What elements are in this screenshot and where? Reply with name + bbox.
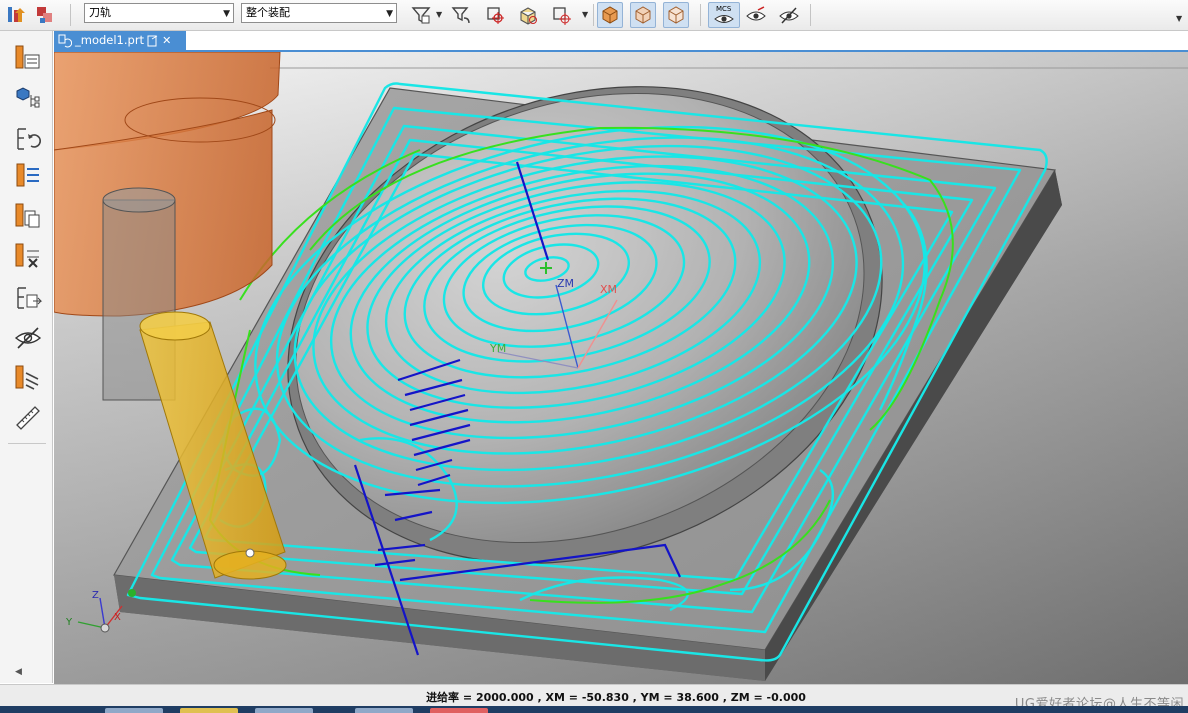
snap-point-icon[interactable] <box>482 2 508 28</box>
delete-toolpath-icon[interactable] <box>11 239 45 273</box>
triad-x-label: X <box>114 612 121 623</box>
group-icon[interactable] <box>32 2 58 28</box>
chevron-down-icon[interactable]: ▼ <box>582 10 588 19</box>
status-bar: 进给率 = 2000.000 , XM = -50.830 , YM = 38.… <box>0 684 1188 707</box>
selection-scope-select[interactable]: 整个装配 ▼ <box>241 3 397 23</box>
toolbar-overflow-icon[interactable]: ▼ <box>1176 14 1182 23</box>
modified-icon <box>147 35 158 46</box>
status-readout: 进给率 = 2000.000 , XM = -50.830 , YM = 38.… <box>426 691 806 704</box>
measure-icon[interactable] <box>11 401 45 435</box>
select-body-icon[interactable] <box>515 2 541 28</box>
part-file-icon <box>58 34 72 47</box>
graphics-window[interactable]: ZM XM YM Z Y X <box>54 52 1188 684</box>
xm-label: XM <box>600 283 617 296</box>
view-shaded-icon[interactable] <box>597 2 623 28</box>
create-program-icon[interactable] <box>11 41 45 75</box>
chevron-down-icon: ▼ <box>386 9 393 19</box>
tab-title: _model1.prt <box>75 33 145 47</box>
operation-navigator-icon[interactable] <box>4 2 30 28</box>
view-box-icon[interactable] <box>663 2 689 28</box>
chevron-down-icon[interactable]: ▼ <box>436 10 442 19</box>
generate-toolpath-icon[interactable] <box>11 159 45 193</box>
taskbar-item[interactable] <box>180 708 238 713</box>
type-filter-select[interactable]: 刀轨 ▼ <box>84 3 234 23</box>
taskbar-item[interactable] <box>255 708 313 713</box>
postprocess-icon[interactable] <box>11 281 45 315</box>
filter-icon[interactable] <box>408 2 434 28</box>
triad-z-label: Z <box>92 590 99 601</box>
model-scene[interactable]: ZM XM YM Z Y X <box>54 52 1188 684</box>
scroll-left-icon[interactable]: ◀ <box>15 667 22 677</box>
tab-model1[interactable]: _model1.prt ✕ <box>54 31 186 50</box>
ym-label: YM <box>489 342 506 355</box>
hide-icon[interactable] <box>776 2 802 28</box>
taskbar-item[interactable] <box>355 708 413 713</box>
selection-scope-value: 整个装配 <box>246 6 290 19</box>
tool-library-icon[interactable] <box>11 361 45 395</box>
os-taskbar <box>0 706 1188 713</box>
replay-toolpath-icon[interactable] <box>11 122 45 156</box>
taskbar-item[interactable] <box>105 708 163 713</box>
taskbar-item[interactable] <box>430 708 488 713</box>
assembly-navigator-icon[interactable] <box>11 81 45 115</box>
type-filter-value: 刀轨 <box>89 6 111 19</box>
hide-toolpath-icon[interactable] <box>11 321 45 355</box>
deselect-filter-icon[interactable] <box>448 2 474 28</box>
chevron-down-icon: ▼ <box>223 9 230 19</box>
close-icon[interactable]: ✕ <box>162 31 171 50</box>
show-hide-icon[interactable] <box>743 2 769 28</box>
main-toolbar: 刀轨 ▼ 整个装配 ▼ ▼ ▼ MCS ▼ <box>0 0 1188 31</box>
mcs-view-icon[interactable]: MCS <box>708 2 740 28</box>
mcs-label: MCS <box>716 5 732 13</box>
resource-bar: ◀ <box>0 31 53 683</box>
verify-toolpath-icon[interactable] <box>11 199 45 233</box>
point-on-face-icon[interactable] <box>548 2 574 28</box>
zm-label: ZM <box>557 277 574 290</box>
view-wireframe-icon[interactable] <box>630 2 656 28</box>
triad-y-label: Y <box>65 617 73 628</box>
